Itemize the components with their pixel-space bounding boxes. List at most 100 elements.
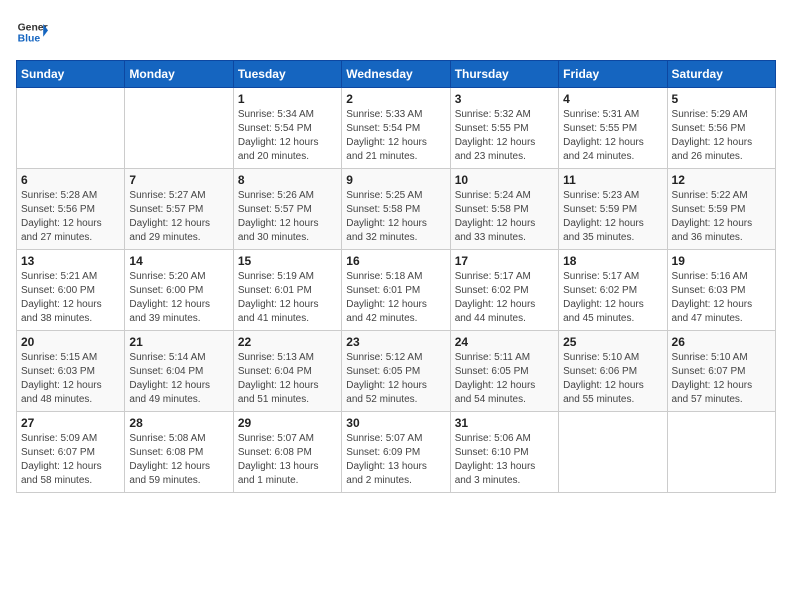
day-number: 20	[21, 335, 120, 349]
day-number: 10	[455, 173, 554, 187]
day-number: 17	[455, 254, 554, 268]
day-number: 25	[563, 335, 662, 349]
day-info: Sunrise: 5:27 AMSunset: 5:57 PMDaylight:…	[129, 189, 228, 245]
calendar-cell: 14 Sunrise: 5:20 AMSunset: 6:00 PMDayligh…	[125, 250, 233, 331]
calendar-cell: 9 Sunrise: 5:25 AMSunset: 5:58 PMDaylight…	[342, 169, 450, 250]
calendar-week-row: 13 Sunrise: 5:21 AMSunset: 6:00 PMDayligh…	[17, 250, 776, 331]
calendar-cell: 2 Sunrise: 5:33 AMSunset: 5:54 PMDaylight…	[342, 88, 450, 169]
day-number: 11	[563, 173, 662, 187]
day-number: 16	[346, 254, 445, 268]
day-info: Sunrise: 5:29 AMSunset: 5:56 PMDaylight:…	[672, 108, 771, 164]
day-info: Sunrise: 5:25 AMSunset: 5:58 PMDaylight:…	[346, 189, 445, 245]
day-info: Sunrise: 5:20 AMSunset: 6:00 PMDaylight:…	[129, 270, 228, 326]
calendar-cell: 5Sunrise: 5:29 AMSunset: 5:56 PMDaylight…	[667, 88, 775, 169]
day-number: 19	[672, 254, 771, 268]
calendar-week-row: 1 Sunrise: 5:34 AMSunset: 5:54 PMDaylight…	[17, 88, 776, 169]
weekday-header: Sunday	[17, 61, 125, 88]
day-info: Sunrise: 5:08 AMSunset: 6:08 PMDaylight:…	[129, 432, 228, 488]
day-info: Sunrise: 5:33 AMSunset: 5:54 PMDaylight:…	[346, 108, 445, 164]
day-info: Sunrise: 5:19 AMSunset: 6:01 PMDaylight:…	[238, 270, 337, 326]
day-number: 1	[238, 92, 337, 106]
svg-text:Blue: Blue	[18, 34, 41, 45]
day-number: 6	[21, 173, 120, 187]
weekday-header: Wednesday	[342, 61, 450, 88]
calendar-cell: 17 Sunrise: 5:17 AMSunset: 6:02 PMDayligh…	[450, 250, 558, 331]
day-number: 13	[21, 254, 120, 268]
calendar-week-row: 20 Sunrise: 5:15 AMSunset: 6:03 PMDayligh…	[17, 331, 776, 412]
day-info: Sunrise: 5:22 AMSunset: 5:59 PMDaylight:…	[672, 189, 771, 245]
calendar-cell: 10 Sunrise: 5:24 AMSunset: 5:58 PMDayligh…	[450, 169, 558, 250]
day-info: Sunrise: 5:17 AMSunset: 6:02 PMDaylight:…	[455, 270, 554, 326]
day-info: Sunrise: 5:28 AMSunset: 5:56 PMDaylight:…	[21, 189, 120, 245]
calendar-cell: 25 Sunrise: 5:10 AMSunset: 6:06 PMDayligh…	[559, 331, 667, 412]
day-number: 21	[129, 335, 228, 349]
calendar-cell: 4Sunrise: 5:31 AMSunset: 5:55 PMDaylight…	[559, 88, 667, 169]
day-number: 18	[563, 254, 662, 268]
calendar-cell: 15 Sunrise: 5:19 AMSunset: 6:01 PMDayligh…	[233, 250, 341, 331]
day-number: 12	[672, 173, 771, 187]
day-info: Sunrise: 5:18 AMSunset: 6:01 PMDaylight:…	[346, 270, 445, 326]
calendar-cell: 26 Sunrise: 5:10 AMSunset: 6:07 PMDayligh…	[667, 331, 775, 412]
day-info: Sunrise: 5:32 AMSunset: 5:55 PMDaylight:…	[455, 108, 554, 164]
calendar-cell: 27 Sunrise: 5:09 AMSunset: 6:07 PMDayligh…	[17, 412, 125, 493]
day-number: 14	[129, 254, 228, 268]
day-number: 7	[129, 173, 228, 187]
calendar-cell: 12 Sunrise: 5:22 AMSunset: 5:59 PMDayligh…	[667, 169, 775, 250]
day-info: Sunrise: 5:09 AMSunset: 6:07 PMDaylight:…	[21, 432, 120, 488]
calendar-cell: 3 Sunrise: 5:32 AMSunset: 5:55 PMDaylight…	[450, 88, 558, 169]
day-number: 3	[455, 92, 554, 106]
logo: General Blue	[16, 16, 48, 48]
page-header: General Blue	[16, 16, 776, 48]
day-info: Sunrise: 5:10 AMSunset: 6:06 PMDaylight:…	[563, 351, 662, 407]
calendar-cell	[559, 412, 667, 493]
calendar-week-row: 6 Sunrise: 5:28 AMSunset: 5:56 PMDaylight…	[17, 169, 776, 250]
day-info: Sunrise: 5:12 AMSunset: 6:05 PMDaylight:…	[346, 351, 445, 407]
day-number: 28	[129, 416, 228, 430]
weekday-header: Monday	[125, 61, 233, 88]
calendar-cell: 30Sunrise: 5:07 AMSunset: 6:09 PMDayligh…	[342, 412, 450, 493]
day-number: 30	[346, 416, 445, 430]
calendar-cell: 23 Sunrise: 5:12 AMSunset: 6:05 PMDayligh…	[342, 331, 450, 412]
day-info: Sunrise: 5:10 AMSunset: 6:07 PMDaylight:…	[672, 351, 771, 407]
calendar-cell: 21 Sunrise: 5:14 AMSunset: 6:04 PMDayligh…	[125, 331, 233, 412]
day-number: 22	[238, 335, 337, 349]
calendar-header: SundayMondayTuesdayWednesdayThursdayFrid…	[17, 61, 776, 88]
day-info: Sunrise: 5:31 AMSunset: 5:55 PMDaylight:…	[563, 108, 662, 164]
calendar-cell: 31 Sunrise: 5:06 AMSunset: 6:10 PMDayligh…	[450, 412, 558, 493]
day-info: Sunrise: 5:15 AMSunset: 6:03 PMDaylight:…	[21, 351, 120, 407]
calendar-week-row: 27 Sunrise: 5:09 AMSunset: 6:07 PMDayligh…	[17, 412, 776, 493]
day-number: 31	[455, 416, 554, 430]
weekday-header: Tuesday	[233, 61, 341, 88]
day-number: 8	[238, 173, 337, 187]
calendar-cell: 1 Sunrise: 5:34 AMSunset: 5:54 PMDaylight…	[233, 88, 341, 169]
day-number: 23	[346, 335, 445, 349]
day-number: 26	[672, 335, 771, 349]
calendar-cell: 28 Sunrise: 5:08 AMSunset: 6:08 PMDayligh…	[125, 412, 233, 493]
day-number: 9	[346, 173, 445, 187]
day-info: Sunrise: 5:23 AMSunset: 5:59 PMDaylight:…	[563, 189, 662, 245]
weekday-header: Thursday	[450, 61, 558, 88]
day-info: Sunrise: 5:14 AMSunset: 6:04 PMDaylight:…	[129, 351, 228, 407]
day-number: 27	[21, 416, 120, 430]
calendar-cell: 7 Sunrise: 5:27 AMSunset: 5:57 PMDaylight…	[125, 169, 233, 250]
weekday-header: Friday	[559, 61, 667, 88]
day-info: Sunrise: 5:06 AMSunset: 6:10 PMDaylight:…	[455, 432, 554, 488]
day-number: 29	[238, 416, 337, 430]
day-number: 24	[455, 335, 554, 349]
logo-icon: General Blue	[16, 16, 48, 48]
day-info: Sunrise: 5:21 AMSunset: 6:00 PMDaylight:…	[21, 270, 120, 326]
day-info: Sunrise: 5:17 AMSunset: 6:02 PMDaylight:…	[563, 270, 662, 326]
calendar-cell: 20 Sunrise: 5:15 AMSunset: 6:03 PMDayligh…	[17, 331, 125, 412]
calendar-cell: 13 Sunrise: 5:21 AMSunset: 6:00 PMDayligh…	[17, 250, 125, 331]
weekday-header: Saturday	[667, 61, 775, 88]
day-info: Sunrise: 5:07 AMSunset: 6:08 PMDaylight:…	[238, 432, 337, 488]
day-info: Sunrise: 5:24 AMSunset: 5:58 PMDaylight:…	[455, 189, 554, 245]
calendar-cell: 29 Sunrise: 5:07 AMSunset: 6:08 PMDayligh…	[233, 412, 341, 493]
day-info: Sunrise: 5:13 AMSunset: 6:04 PMDaylight:…	[238, 351, 337, 407]
day-info: Sunrise: 5:34 AMSunset: 5:54 PMDaylight:…	[238, 108, 337, 164]
day-number: 2	[346, 92, 445, 106]
calendar-cell: 22 Sunrise: 5:13 AMSunset: 6:04 PMDayligh…	[233, 331, 341, 412]
day-number: 15	[238, 254, 337, 268]
calendar-cell	[125, 88, 233, 169]
calendar-cell: 18 Sunrise: 5:17 AMSunset: 6:02 PMDayligh…	[559, 250, 667, 331]
